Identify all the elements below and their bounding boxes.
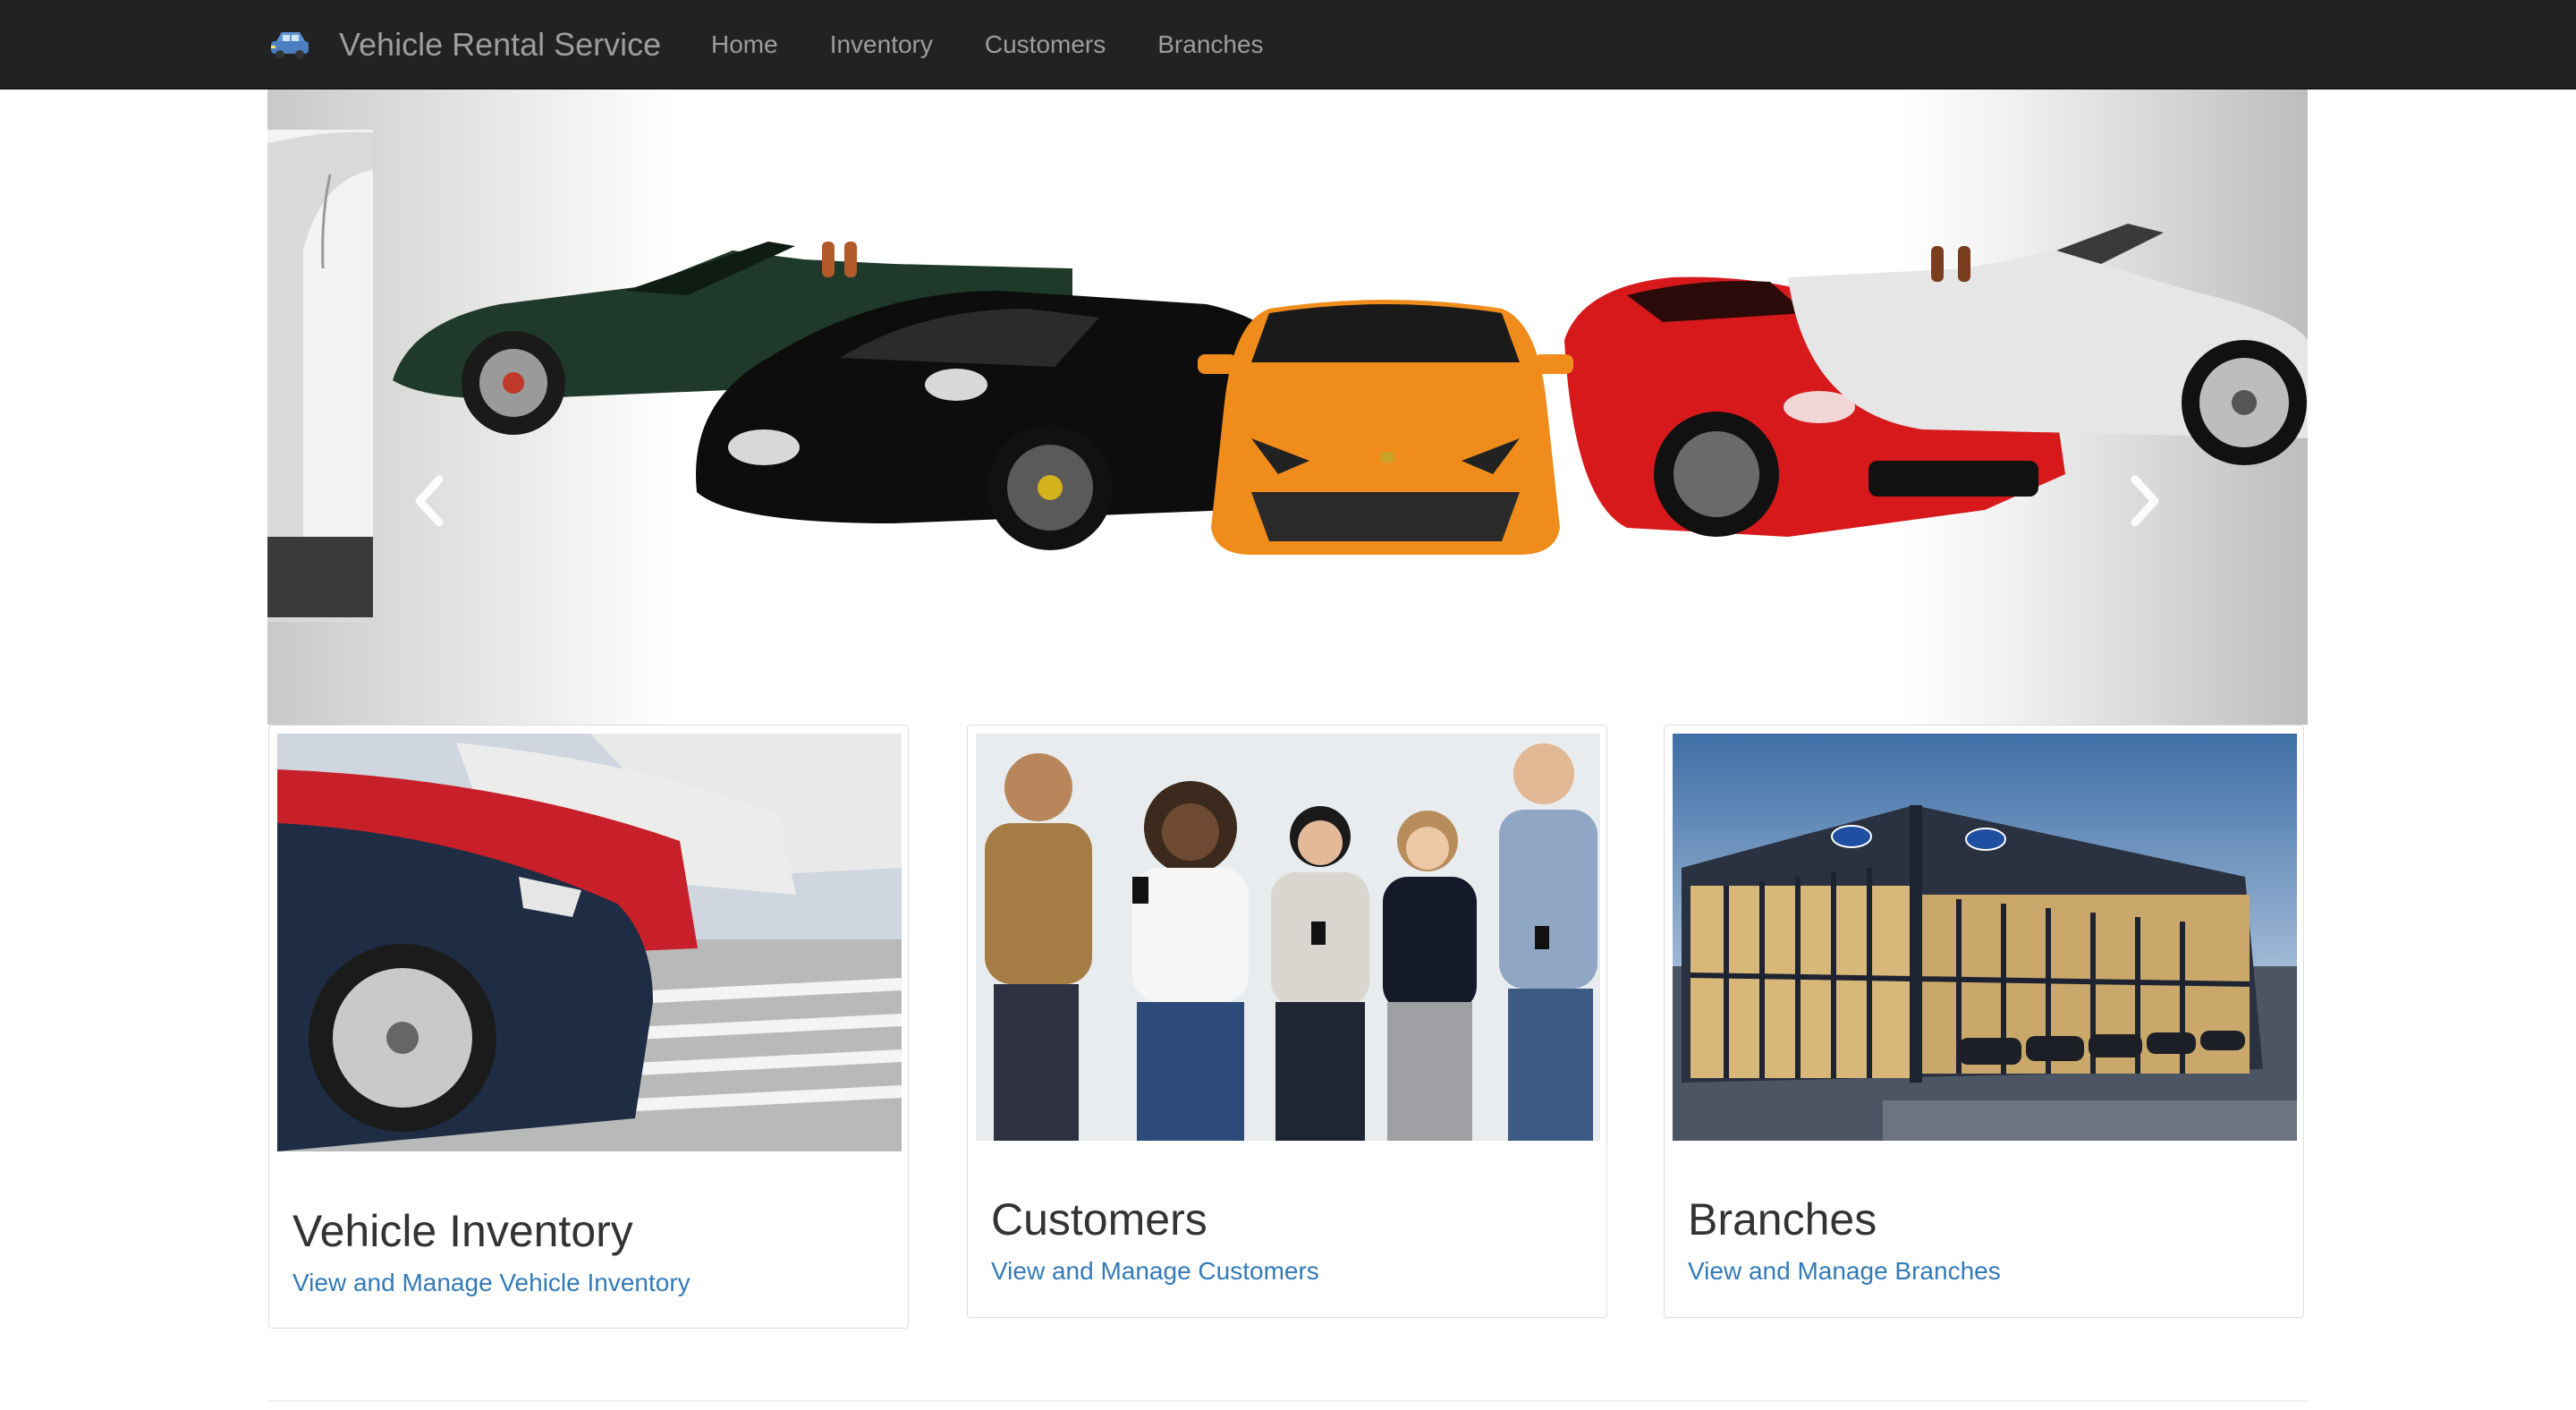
chevron-left-icon xyxy=(415,475,444,527)
vehicle-inventory-link[interactable]: View and Manage Vehicle Inventory xyxy=(292,1269,691,1297)
hero-carousel[interactable] xyxy=(267,89,2308,725)
top-navbar: Vehicle Rental Service Home Inventory Cu… xyxy=(0,0,2576,89)
branches-image xyxy=(1673,734,2297,1141)
brand-title: Vehicle Rental Service xyxy=(339,25,662,63)
customers-link[interactable]: View and Manage Customers xyxy=(991,1257,1319,1286)
carousel-prev-button[interactable] xyxy=(402,465,455,537)
carousel-next-button[interactable] xyxy=(2119,465,2173,537)
nav-inventory[interactable]: Inventory xyxy=(804,0,959,89)
branches-link[interactable]: View and Manage Branches xyxy=(1688,1257,2001,1286)
vehicle-inventory-image xyxy=(277,734,902,1151)
car-orange-supercar xyxy=(1198,300,1573,555)
nav-home[interactable]: Home xyxy=(685,0,804,89)
car-icon xyxy=(271,31,309,59)
nav-customers[interactable]: Customers xyxy=(959,0,1131,89)
brand[interactable]: Vehicle Rental Service xyxy=(267,0,661,89)
footer-divider xyxy=(267,1400,2308,1402)
carousel-slide-image xyxy=(267,130,2308,622)
chevron-right-icon xyxy=(2131,475,2159,527)
main-nav: Home Inventory Customers Branches xyxy=(685,0,1290,89)
card-vehicle-inventory: Vehicle Inventory View and Manage Vehicl… xyxy=(268,725,909,1329)
card-customers: Customers View and Manage Customers xyxy=(967,725,1607,1318)
nav-branches[interactable]: Branches xyxy=(1131,0,1289,89)
left-partial-car xyxy=(267,130,373,622)
card-title-customers: Customers xyxy=(991,1194,1208,1244)
card-title-vehicle-inventory: Vehicle Inventory xyxy=(292,1206,633,1256)
customers-image xyxy=(976,734,1600,1141)
card-title-branches: Branches xyxy=(1688,1194,1877,1244)
card-branches: Branches View and Manage Branches xyxy=(1664,725,2304,1318)
